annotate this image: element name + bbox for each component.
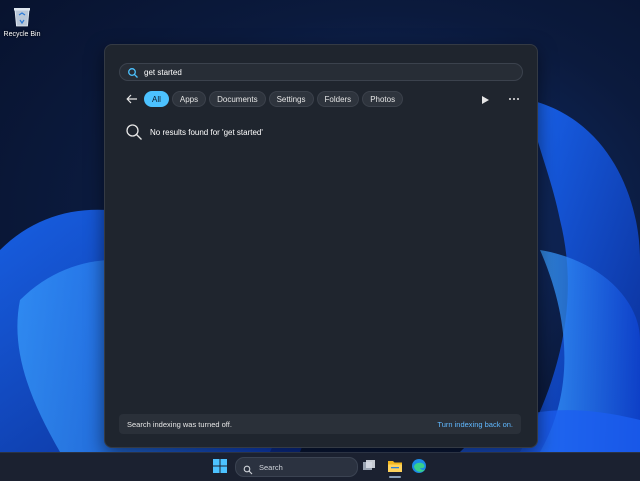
search-icon: [127, 66, 139, 78]
filter-chip-folders[interactable]: Folders: [316, 91, 360, 107]
desktop-icon-label: Recycle Bin: [3, 31, 41, 38]
taskbar-search-label: Search: [259, 462, 283, 472]
windows-start-icon[interactable]: [212, 458, 228, 474]
active-app-indicator: [389, 476, 401, 478]
filter-chip-all[interactable]: All: [144, 91, 169, 107]
edge-icon[interactable]: [411, 458, 427, 474]
play-more-filters-icon[interactable]: [479, 93, 491, 105]
filter-bar: All Apps Documents Settings Folders Phot…: [125, 90, 406, 108]
filter-chip-photos[interactable]: Photos: [362, 91, 404, 107]
taskbar-search-box[interactable]: Search: [235, 457, 358, 477]
desktop-icon-recycle-bin[interactable]: Recycle Bin: [2, 4, 42, 38]
search-box[interactable]: [119, 63, 523, 81]
search-panel: All Apps Documents Settings Folders Phot…: [104, 44, 538, 448]
file-explorer-icon[interactable]: [387, 459, 403, 473]
filter-chip-documents[interactable]: Documents: [209, 91, 266, 107]
search-large-icon: [125, 123, 143, 141]
more-options-icon[interactable]: [507, 93, 521, 105]
indexing-message: Search indexing was turned off.: [127, 419, 232, 429]
no-results-text: No results found for 'get started': [150, 127, 263, 137]
filter-chip-apps[interactable]: Apps: [171, 91, 207, 107]
search-input[interactable]: [144, 67, 484, 77]
turn-indexing-on-link[interactable]: Turn indexing back on.: [437, 420, 513, 429]
indexing-status-bar: Search indexing was turned off. Turn ind…: [119, 414, 521, 434]
search-icon: [243, 462, 253, 475]
no-results-message: No results found for 'get started': [125, 123, 263, 141]
task-view-icon[interactable]: [362, 459, 376, 473]
back-arrow-icon[interactable]: [125, 92, 139, 106]
filter-chip-settings[interactable]: Settings: [268, 91, 314, 107]
recycle-bin-icon: [11, 4, 33, 28]
